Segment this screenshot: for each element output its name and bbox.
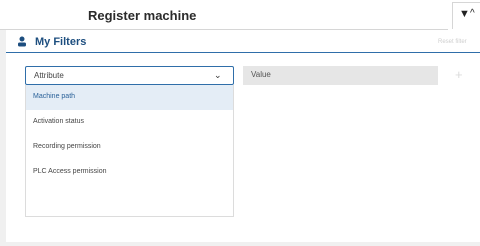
filter-icon: ▼ <box>459 8 470 20</box>
filters-header: My Filters Reset filter <box>6 30 480 53</box>
value-field-label: Value <box>251 70 271 79</box>
chevron-up-icon: ^ <box>470 8 475 19</box>
filters-panel: My Filters Reset filter Attribute ⌄ Valu… <box>6 30 480 242</box>
reset-filter-link[interactable]: Reset filter <box>438 39 467 45</box>
option-recording-permission[interactable]: Recording permission <box>26 135 233 160</box>
attribute-select[interactable]: Attribute ⌄ <box>25 66 234 85</box>
plus-icon: + <box>455 67 463 82</box>
add-filter-button[interactable]: + <box>455 67 463 82</box>
attribute-select-label: Attribute <box>34 71 64 80</box>
chevron-down-icon: ⌄ <box>214 70 222 80</box>
page-title: Register machine <box>88 8 197 23</box>
person-icon <box>18 36 26 47</box>
top-bar: Register machine ▼ ^ <box>0 0 480 30</box>
filter-tab[interactable]: ▼ ^ <box>452 2 480 29</box>
option-plc-access-permission[interactable]: PLC Access permission <box>26 160 233 185</box>
attribute-dropdown-list: Machine path Activation status Recording… <box>25 85 234 217</box>
value-field[interactable]: Value <box>243 66 438 85</box>
option-machine-path[interactable]: Machine path <box>26 85 233 110</box>
option-activation-status[interactable]: Activation status <box>26 110 233 135</box>
filters-title: My Filters <box>35 36 87 48</box>
